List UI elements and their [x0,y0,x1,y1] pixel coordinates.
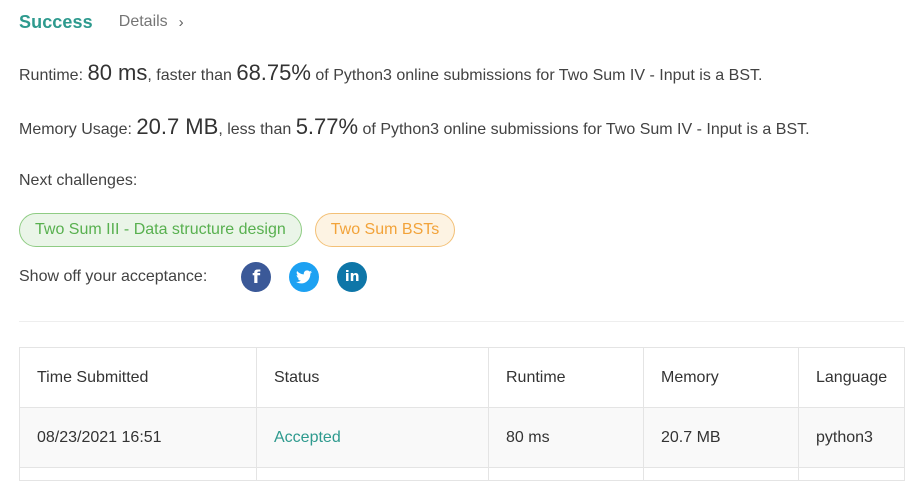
table-header-row: Time Submitted Status Runtime Memory Lan… [19,347,905,408]
success-status: Success [19,11,93,32]
runtime-faster-text: , faster than [147,67,237,84]
column-status: Status [256,347,489,408]
cell-runtime: 80 ms [488,407,644,468]
twitter-icon[interactable] [289,262,320,292]
share-row: Show off your acceptance: f in [19,262,368,292]
twitter-bird-glyph [296,270,313,284]
cell-language: python3 [798,407,905,468]
next-challenges-label: Next challenges: [19,172,138,189]
memory-stat: Memory Usage: 20.7 MB, less than 5.77% o… [19,114,810,140]
column-runtime: Runtime [488,347,644,408]
runtime-suffix: of Python3 online submissions for Two Su… [310,67,763,84]
result-header: Success Details › [19,8,184,36]
facebook-icon[interactable]: f [241,262,272,292]
cell-empty [19,467,257,481]
details-label: Details [118,13,168,30]
details-link[interactable]: Details › [119,13,184,31]
table-row: 08/23/2021 16:51 Accepted 80 ms 20.7 MB … [19,407,905,468]
runtime-percent: 68.75% [236,60,311,85]
memory-value: 20.7 MB [136,114,219,139]
status-accepted-link[interactable]: Accepted [274,429,341,446]
column-memory: Memory [643,347,799,408]
memory-label: Memory Usage: [19,121,137,138]
cell-empty [256,467,489,481]
cell-empty [798,467,905,481]
challenge-chip-two-sum-bsts[interactable]: Two Sum BSTs [314,213,456,247]
column-time-submitted: Time Submitted [19,347,257,408]
submissions-table: Time Submitted Status Runtime Memory Lan… [19,347,905,481]
runtime-stat: Runtime: 80 ms, faster than 68.75% of Py… [19,60,762,86]
table-row-partial [19,467,905,481]
next-challenges-list: Two Sum III - Data structure design Two … [19,213,456,247]
cell-empty [488,467,644,481]
cell-memory: 20.7 MB [643,407,799,468]
cell-empty [643,467,799,481]
cell-time-submitted: 08/23/2021 16:51 [19,407,257,468]
runtime-label: Runtime: [19,67,88,84]
memory-percent: 5.77% [295,114,359,139]
divider [19,321,904,322]
linkedin-icon[interactable]: in [337,262,368,292]
chevron-right-icon: › [178,13,184,31]
share-label: Show off your acceptance: [19,268,208,285]
challenge-chip-two-sum-iii[interactable]: Two Sum III - Data structure design [19,213,302,247]
social-share-buttons: f in [241,262,368,292]
memory-suffix: of Python3 online submissions for Two Su… [358,121,810,138]
cell-status: Accepted [256,407,489,468]
memory-less-text: , less than [218,121,296,138]
runtime-value: 80 ms [87,60,148,85]
column-language: Language [798,347,905,408]
